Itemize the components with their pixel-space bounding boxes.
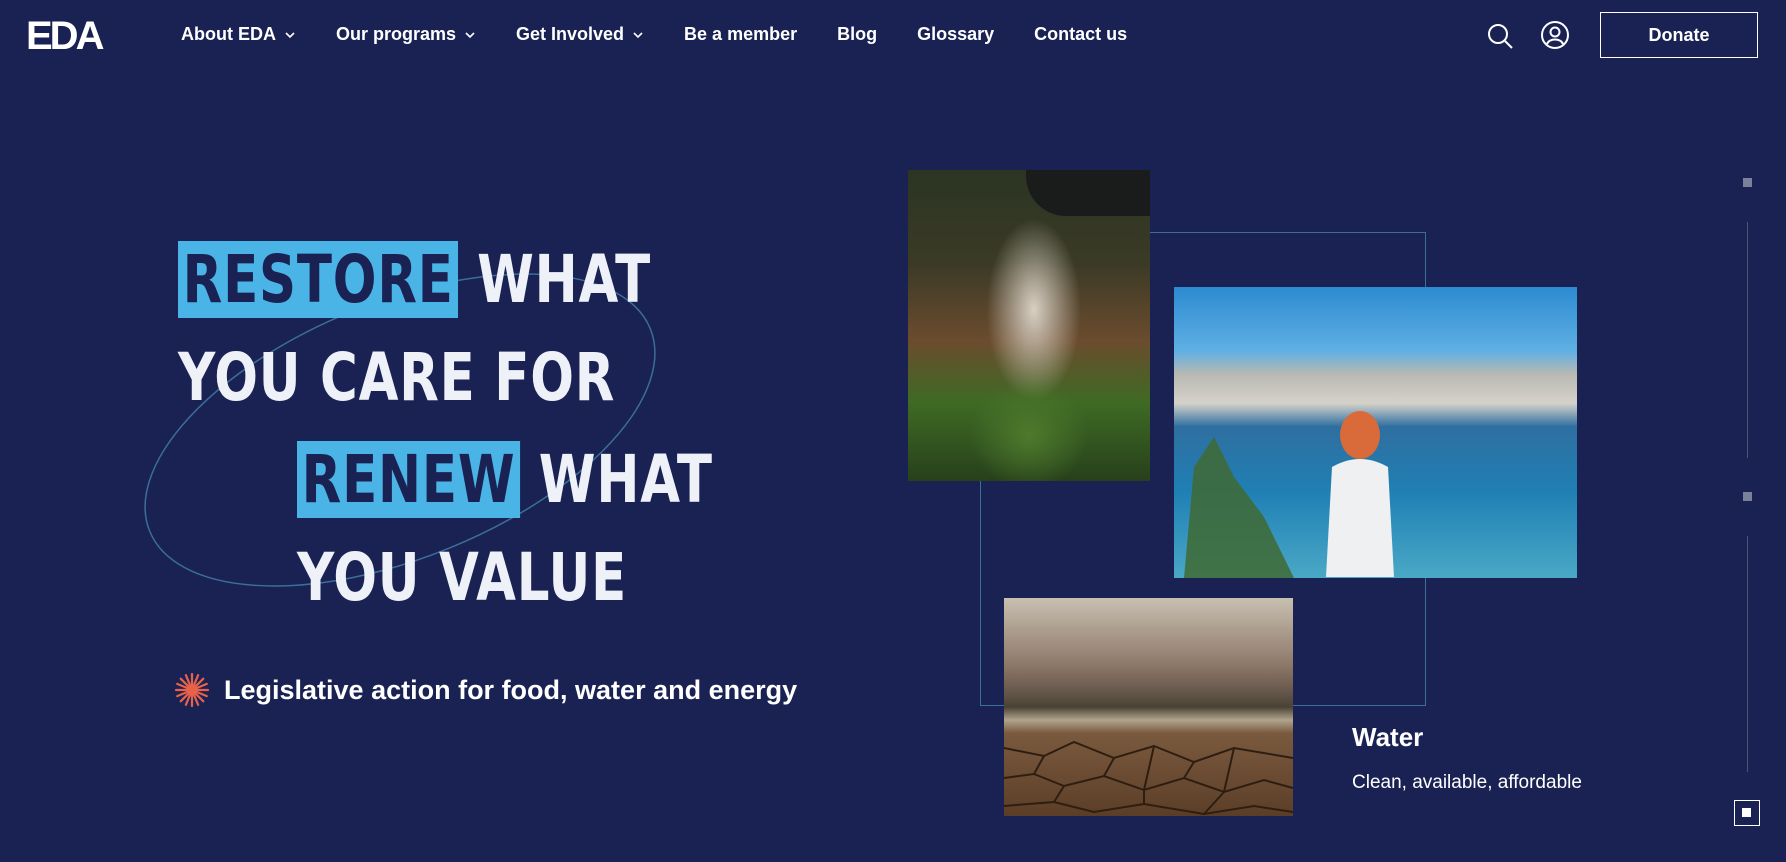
nav-label-get-involved: Get Involved: [516, 24, 625, 44]
nav-label-glossary: Glossary: [917, 24, 995, 44]
headline-text: WHAT: [538, 441, 713, 518]
feature-subtitle: Clean, available, affordable: [1352, 772, 1582, 793]
headline-highlight-renew: RENEW: [297, 441, 521, 518]
pager-track: [1747, 536, 1748, 772]
nav-item-glossary[interactable]: Glossary: [917, 24, 994, 45]
headline-line-3: RENEW WHAT: [297, 432, 713, 528]
headline-line-1: RESTORE WHAT: [178, 232, 651, 328]
nav-label-blog: Blog: [837, 24, 878, 44]
cracked-earth-shape: [1004, 740, 1293, 816]
nav-item-blog[interactable]: Blog: [837, 24, 877, 45]
starburst-icon: [174, 672, 210, 708]
person-shape: [1326, 411, 1394, 577]
nav-item-be-a-member[interactable]: Be a member: [684, 24, 797, 45]
nav-item-about[interactable]: About EDA: [181, 24, 296, 45]
headline-line-2: YOU CARE FOR: [178, 339, 616, 416]
slide-dot-1[interactable]: [1743, 178, 1752, 187]
donate-button[interactable]: Donate: [1600, 12, 1758, 58]
feature-title: Water: [1352, 722, 1424, 752]
nav-label-contact: Contact us: [1034, 24, 1128, 44]
nav-label-programs: Our programs: [335, 24, 457, 44]
chevron-down-icon: [285, 31, 295, 38]
slide-dot-2[interactable]: [1743, 492, 1752, 501]
search-icon[interactable]: [1486, 22, 1514, 50]
hero-tagline: Legislative action for food, water and e…: [174, 672, 797, 708]
slide-dot-3-active[interactable]: [1734, 800, 1760, 826]
chevron-down-icon: [633, 31, 643, 38]
watering-plants-photo: [908, 170, 1150, 481]
drought-photo: [1004, 598, 1293, 816]
chevron-down-icon: [465, 31, 475, 38]
eda-logo[interactable]: EDA: [26, 14, 104, 58]
headline-highlight-restore: RESTORE: [178, 241, 459, 318]
site-header: EDA About EDA Our programs Get Involved …: [0, 0, 1786, 72]
nav-item-programs[interactable]: Our programs: [336, 24, 476, 45]
nav-item-contact[interactable]: Contact us: [1034, 24, 1127, 45]
pager-track: [1747, 222, 1748, 458]
nav-label-about: About EDA: [181, 24, 276, 44]
tagline-text: Legislative action for food, water and e…: [224, 674, 798, 705]
main-nav: About EDA Our programs Get Involved Be a…: [181, 24, 1167, 45]
nav-label-be-a-member: Be a member: [684, 24, 798, 44]
nav-item-get-involved[interactable]: Get Involved: [516, 24, 644, 45]
headline-text: WHAT: [477, 241, 652, 318]
lake-photo: [1174, 287, 1577, 578]
user-icon[interactable]: [1540, 20, 1570, 50]
headline-line-4: YOU VALUE: [297, 539, 628, 616]
tree-shape: [1184, 437, 1294, 578]
watering-can-shape: [1026, 170, 1150, 216]
